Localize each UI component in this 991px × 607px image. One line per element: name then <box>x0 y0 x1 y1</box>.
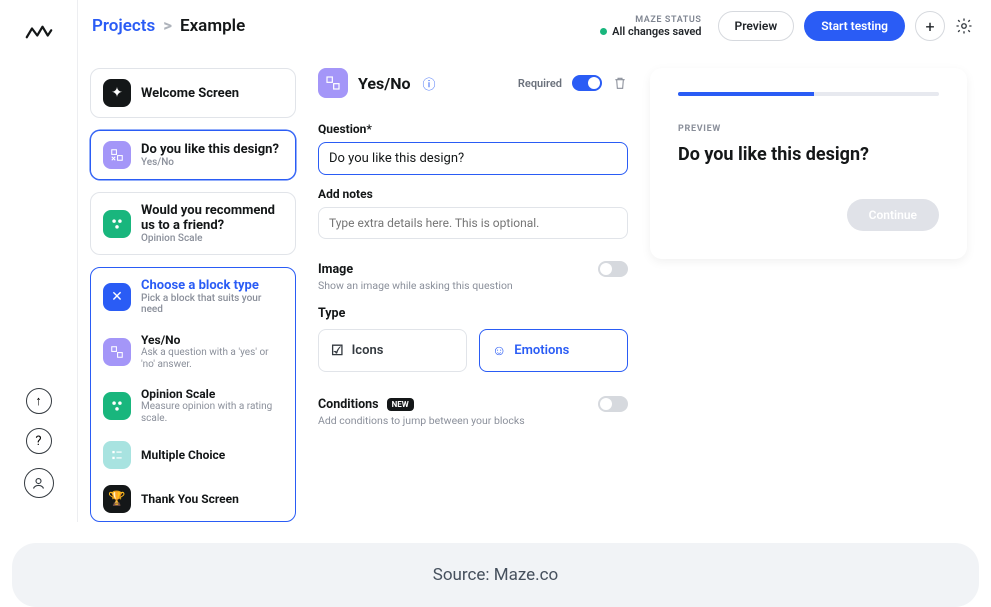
opinion-icon <box>103 392 131 420</box>
type-label: Type <box>318 306 628 321</box>
image-subtitle: Show an image while asking this question <box>318 279 628 292</box>
picker-item-thank-you[interactable]: 🏆 Thank You Screen <box>91 477 295 521</box>
chevron-right-icon: > <box>163 16 172 36</box>
rocket-icon: ✦ <box>103 79 131 107</box>
preview-button[interactable]: Preview <box>718 11 795 41</box>
new-badge: NEW <box>387 398 414 411</box>
type-emotions-button[interactable]: ☺ Emotions <box>479 329 628 372</box>
block-subtitle: Opinion Scale <box>141 233 283 244</box>
status-text: All changes saved <box>612 25 701 38</box>
editor-title: Yes/No <box>358 74 411 93</box>
block-type-picker: ✕ Choose a block type Pick a block that … <box>90 267 296 522</box>
picker-item-yesno[interactable]: Yes/No Ask a question with a 'yes' or 'n… <box>91 325 295 379</box>
breadcrumb-projects[interactable]: Projects <box>92 16 155 36</box>
topbar: Projects > Example MAZE STATUS All chang… <box>78 0 991 52</box>
left-rail: ↑ ? <box>0 0 78 522</box>
logo-icon <box>25 22 53 42</box>
start-testing-button[interactable]: Start testing <box>804 11 905 41</box>
image-title: Image <box>318 262 353 277</box>
status-dot-icon <box>600 28 607 35</box>
type-icons-button[interactable]: ☑ Icons <box>318 329 467 372</box>
check-icon: ☑ <box>331 343 344 359</box>
picker-item-sub: Ask a question with a 'yes' or 'no' answ… <box>141 347 283 371</box>
help-icon[interactable]: ? <box>26 428 52 454</box>
notes-input[interactable] <box>318 207 628 239</box>
preview-label: PREVIEW <box>678 124 939 134</box>
required-toggle[interactable] <box>572 75 602 91</box>
block-subtitle: Yes/No <box>141 157 279 168</box>
gear-icon[interactable] <box>955 17 973 35</box>
picker-subtitle: Pick a block that suits your need <box>141 293 283 315</box>
block-title: Do you like this design? <box>141 142 279 157</box>
picker-title: Choose a block type <box>141 278 283 293</box>
picker-item-multiple[interactable]: Multiple Choice <box>91 433 295 477</box>
up-circle-icon[interactable]: ↑ <box>26 388 52 414</box>
blocks-column: ✦ Welcome Screen Do you like this design… <box>90 68 296 522</box>
picker-item-title: Yes/No <box>141 333 283 347</box>
trophy-icon: 🏆 <box>103 485 131 513</box>
conditions-title: Conditions <box>318 397 379 412</box>
yesno-icon <box>103 338 131 366</box>
opinion-icon <box>103 210 131 238</box>
breadcrumb-current: Example <box>180 16 245 36</box>
source-caption: Source: Maze.co <box>12 543 979 607</box>
question-input[interactable] <box>318 142 628 175</box>
continue-button[interactable]: Continue <box>847 199 939 231</box>
add-button[interactable]: + <box>915 11 945 41</box>
type-emotions-label: Emotions <box>514 343 569 358</box>
conditions-subtitle: Add conditions to jump between your bloc… <box>318 414 628 427</box>
help-circle-icon[interactable]: ⓘ <box>423 74 436 93</box>
account-icon[interactable] <box>24 468 54 498</box>
block-welcome-screen[interactable]: ✦ Welcome Screen <box>90 68 296 118</box>
picker-item-opinion[interactable]: Opinion Scale Measure opinion with a rat… <box>91 379 295 433</box>
picker-item-sub: Measure opinion with a rating scale. <box>141 401 283 425</box>
preview-question: Do you like this design? <box>678 144 939 165</box>
block-yes-no[interactable]: Do you like this design? Yes/No <box>90 130 296 180</box>
picker-item-title: Multiple Choice <box>141 448 225 462</box>
preview-card: PREVIEW Do you like this design? Continu… <box>650 68 967 259</box>
image-toggle[interactable] <box>598 261 628 277</box>
progress-bar <box>678 92 939 96</box>
yesno-icon <box>318 68 348 98</box>
save-status: MAZE STATUS All changes saved <box>600 15 701 38</box>
picker-item-title: Opinion Scale <box>141 387 283 401</box>
type-icons-label: Icons <box>352 343 384 358</box>
conditions-toggle[interactable] <box>598 396 628 412</box>
multiple-choice-icon <box>103 441 131 469</box>
trash-icon[interactable] <box>612 75 628 91</box>
question-label: Question* <box>318 122 628 136</box>
block-title: Welcome Screen <box>141 86 239 101</box>
picker-item-title: Thank You Screen <box>141 492 239 506</box>
preview-column: PREVIEW Do you like this design? Continu… <box>650 68 967 522</box>
close-icon[interactable]: ✕ <box>103 283 131 311</box>
breadcrumb: Projects > Example <box>92 16 245 36</box>
yesno-icon <box>103 141 131 169</box>
status-label: MAZE STATUS <box>635 15 701 25</box>
block-title: Would you recommend us to a friend? <box>141 203 283 233</box>
required-label: Required <box>518 77 562 90</box>
smile-icon: ☺ <box>492 342 506 359</box>
block-opinion-scale[interactable]: Would you recommend us to a friend? Opin… <box>90 192 296 255</box>
editor-column: Yes/No ⓘ Required Question* Add notes Im… <box>318 68 628 522</box>
notes-label: Add notes <box>318 187 628 201</box>
